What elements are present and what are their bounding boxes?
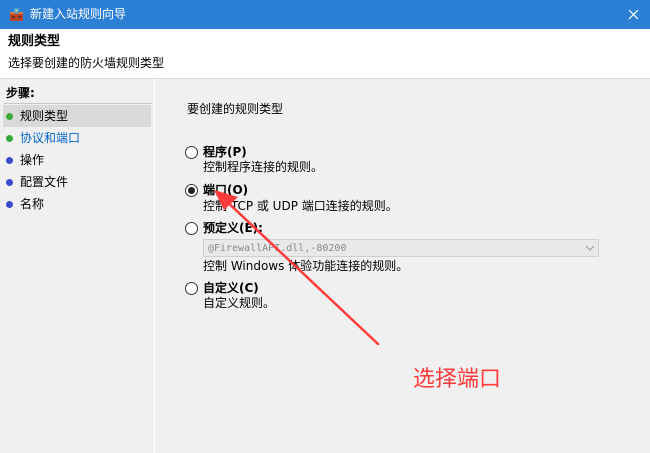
- option-custom-label[interactable]: 自定义(C): [203, 281, 259, 295]
- step-label: 名称: [20, 197, 45, 211]
- page-title: 规则类型: [8, 34, 61, 49]
- steps-panel: 步骤: 规则类型 协议和端口 操作 配置文件 名称: [0, 79, 154, 453]
- steps-divider: [4, 103, 152, 104]
- page-subtitle: 选择要创建的防火墙规则类型: [8, 56, 165, 70]
- step-dot-icon: [6, 112, 13, 120]
- step-action: 操作: [3, 149, 151, 171]
- wizard-header: 规则类型 选择要创建的防火墙规则类型: [0, 29, 650, 79]
- step-dot-icon: [6, 156, 13, 164]
- option-predefined-label[interactable]: 预定义(E):: [203, 221, 263, 235]
- firewall-app-icon: [10, 7, 23, 21]
- step-protocol-and-ports[interactable]: 协议和端口: [3, 127, 151, 149]
- step-name: 名称: [3, 193, 151, 215]
- window-title: 新建入站规则向导: [30, 7, 127, 21]
- rule-type-question: 要创建的规则类型: [187, 102, 284, 116]
- step-rule-type: 规则类型: [3, 105, 151, 127]
- radio-custom[interactable]: [185, 282, 198, 295]
- step-label[interactable]: 协议和端口: [20, 131, 80, 145]
- option-port-label[interactable]: 端口(O): [203, 183, 248, 197]
- close-button[interactable]: [616, 0, 650, 29]
- steps-title: 步骤:: [6, 86, 35, 100]
- option-program-label[interactable]: 程序(P): [203, 145, 247, 159]
- radio-predefined[interactable]: [185, 222, 198, 235]
- chevron-down-icon: [585, 245, 595, 251]
- step-profile: 配置文件: [3, 171, 151, 193]
- step-label: 配置文件: [20, 175, 69, 189]
- step-dot-icon: [6, 178, 13, 186]
- option-program-description: 控制程序连接的规则。: [203, 160, 324, 174]
- step-label: 规则类型: [20, 109, 69, 123]
- step-dot-icon: [6, 134, 13, 142]
- option-custom-description: 自定义规则。: [203, 296, 276, 310]
- annotation-text: 选择端口: [413, 367, 502, 392]
- predefined-rules-dropdown[interactable]: @FirewallAPI.dll,-80200: [203, 239, 599, 257]
- step-label: 操作: [20, 153, 45, 167]
- content-panel: 要创建的规则类型 程序(P) 控制程序连接的规则。 端口(O) 控制 TCP 或…: [155, 79, 650, 453]
- option-port-description: 控制 TCP 或 UDP 端口连接的规则。: [203, 199, 398, 213]
- radio-port[interactable]: [185, 184, 198, 197]
- title-bar: 新建入站规则向导: [0, 0, 650, 29]
- option-predefined-description: 控制 Windows 体验功能连接的规则。: [203, 259, 409, 273]
- close-icon: [628, 9, 638, 20]
- predefined-dropdown-value: @FirewallAPI.dll,-80200: [208, 243, 347, 254]
- radio-program[interactable]: [185, 146, 198, 159]
- step-dot-icon: [6, 200, 13, 208]
